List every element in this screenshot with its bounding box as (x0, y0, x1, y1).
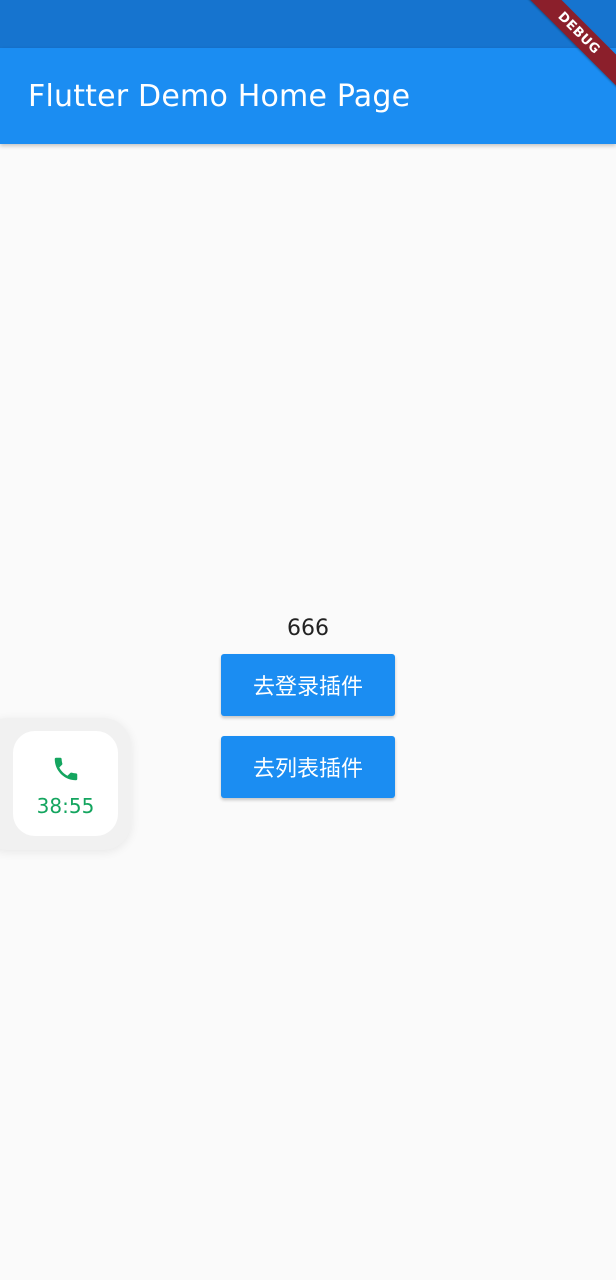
phone-icon (54, 757, 77, 780)
app-root: Flutter Demo Home Page DEBUG 666 去登录插件 去… (0, 0, 616, 1280)
go-list-plugin-button[interactable]: 去列表插件 (221, 736, 395, 798)
call-duration: 38:55 (36, 793, 95, 818)
status-bar (0, 0, 616, 48)
page-title: Flutter Demo Home Page (28, 78, 411, 114)
counter-text: 666 (287, 616, 329, 641)
app-bar: Flutter Demo Home Page (0, 48, 616, 144)
go-login-plugin-button[interactable]: 去登录插件 (221, 654, 395, 716)
floating-call-widget[interactable]: 38:55 (13, 731, 118, 836)
